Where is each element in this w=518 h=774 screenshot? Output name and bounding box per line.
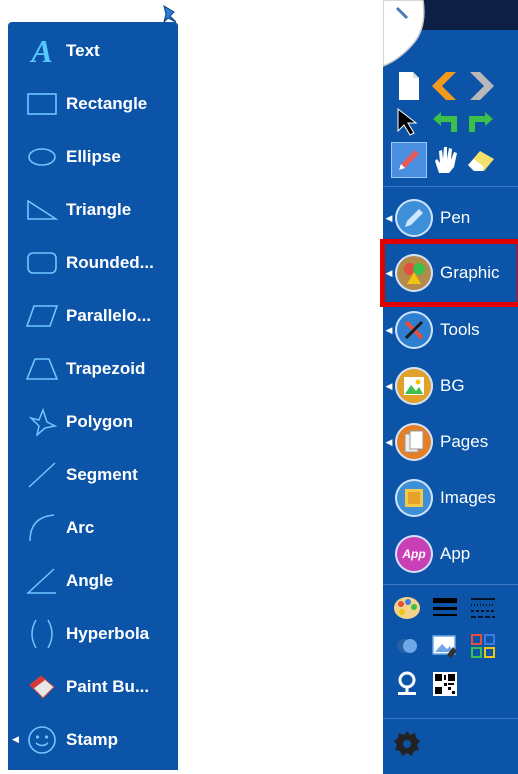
shape-label: Ellipse: [66, 146, 121, 166]
menu-label: Pages: [440, 432, 489, 451]
image-edit-icon[interactable]: [427, 628, 463, 664]
line-thickness-icon[interactable]: [427, 590, 463, 626]
mouse-icon[interactable]: [383, 0, 433, 68]
submenu-arrow-icon: ◀: [385, 324, 393, 335]
settings-gear-icon[interactable]: [389, 726, 425, 762]
pen-tool-icon[interactable]: [391, 142, 427, 178]
main-toolbar: ◀ Pen ◀ Graphic ◀ Tools ◀ BG ◀ Pages ◀: [383, 0, 518, 774]
shape-parallelogram[interactable]: Parallelo...: [8, 289, 178, 342]
shape-label: Text: [66, 40, 100, 60]
fill-toggle-icon[interactable]: [389, 628, 425, 664]
shape-label: Arc: [66, 517, 95, 537]
shape-label: Triangle: [66, 199, 132, 219]
submenu-arrow-icon: ◀: [12, 734, 19, 744]
shape-stamp[interactable]: ◀ Stamp: [8, 713, 178, 766]
new-page-icon[interactable]: [391, 68, 427, 104]
rounded-rectangle-icon: [20, 236, 64, 289]
hyperbola-icon: [20, 607, 64, 660]
shape-hyperbola[interactable]: Hyperbola: [8, 607, 178, 660]
menu-label: BG: [440, 376, 465, 395]
undo-icon[interactable]: [427, 104, 463, 140]
redo-icon[interactable]: [463, 104, 499, 140]
graphic-shapes-panel: A Text Rectangle Ellipse Triangle Rounde…: [8, 22, 178, 770]
menu-label: Images: [440, 488, 496, 507]
images-icon: [395, 479, 433, 517]
menu-images[interactable]: ◀ Images: [383, 470, 518, 526]
submenu-arrow-icon: ◀: [385, 436, 393, 447]
toolbar-divider: [383, 718, 518, 719]
previous-page-icon[interactable]: [427, 68, 463, 104]
app-icon: App: [395, 535, 433, 573]
pages-icon: [395, 423, 433, 461]
shape-label: Rectangle: [66, 93, 148, 113]
shape-segment[interactable]: Segment: [8, 448, 178, 501]
menu-label: App: [440, 544, 471, 563]
tools-icon: [395, 311, 433, 349]
shape-angle[interactable]: Angle: [8, 554, 178, 607]
magnifier-icon[interactable]: [389, 666, 425, 702]
eraser-icon[interactable]: [463, 142, 499, 178]
shape-label: Parallelo...: [66, 305, 152, 325]
menu-label: Pen: [440, 208, 471, 227]
selection-highlight: [380, 239, 518, 307]
shape-label: Rounded...: [66, 252, 154, 272]
trapezoid-icon: [20, 342, 64, 395]
submenu-arrow-icon: ◀: [385, 212, 393, 223]
shape-triangle[interactable]: Triangle: [8, 183, 178, 236]
toolbar-divider: [383, 186, 518, 187]
shape-label: Hyperbola: [66, 623, 150, 643]
pen-icon: [395, 199, 433, 237]
shape-label: Stamp: [66, 729, 118, 749]
shape-polygon[interactable]: Polygon: [8, 395, 178, 448]
angle-icon: [20, 554, 64, 607]
shape-rounded-rectangle[interactable]: Rounded...: [8, 236, 178, 289]
color-grid-icon[interactable]: [465, 628, 501, 664]
shape-label: Trapezoid: [66, 358, 146, 378]
menu-pen[interactable]: ◀ Pen: [383, 190, 518, 246]
shape-rectangle[interactable]: Rectangle: [8, 77, 178, 130]
menu-app[interactable]: ◀ App App: [383, 526, 518, 582]
color-palette-icon[interactable]: [389, 590, 425, 626]
shape-label: Polygon: [66, 411, 134, 431]
segment-icon: [20, 448, 64, 501]
stamp-icon: [20, 713, 64, 766]
shape-label: Segment: [66, 464, 138, 484]
line-style-icon[interactable]: [465, 590, 501, 626]
menu-pages[interactable]: ◀ Pages: [383, 414, 518, 470]
rectangle-icon: [20, 77, 64, 130]
next-page-icon[interactable]: [463, 68, 499, 104]
shape-label: Angle: [66, 570, 114, 590]
submenu-arrow-icon: ◀: [385, 380, 393, 391]
shape-paint-bucket[interactable]: Paint Bu...: [8, 660, 178, 713]
shape-text[interactable]: A Text: [8, 24, 178, 77]
parallelogram-icon: [20, 289, 64, 342]
shape-trapezoid[interactable]: Trapezoid: [8, 342, 178, 395]
ellipse-icon: [20, 130, 64, 183]
toolbar-divider: [383, 584, 518, 585]
shape-ellipse[interactable]: Ellipse: [8, 130, 178, 183]
menu-label: Tools: [440, 320, 480, 339]
select-arrow-icon[interactable]: [391, 104, 427, 140]
paint-bucket-icon: [20, 660, 64, 713]
text-icon: A: [31, 32, 53, 69]
polygon-icon: [20, 395, 64, 448]
qr-code-icon[interactable]: [427, 666, 463, 702]
menu-tools[interactable]: ◀ Tools: [383, 302, 518, 358]
shape-arc[interactable]: Arc: [8, 501, 178, 554]
menu-background[interactable]: ◀ BG: [383, 358, 518, 414]
arc-icon: [20, 501, 64, 554]
background-icon: [395, 367, 433, 405]
hand-icon[interactable]: [427, 142, 463, 178]
triangle-icon: [20, 183, 64, 236]
shape-label: Paint Bu...: [66, 676, 150, 696]
